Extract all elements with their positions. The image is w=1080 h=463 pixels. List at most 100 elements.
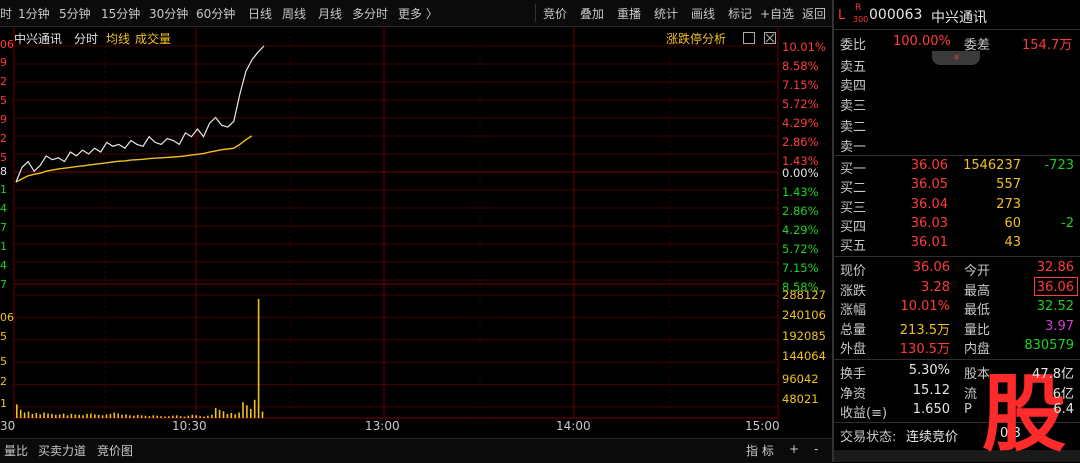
toolbar-item-overlay[interactable]: 叠加 bbox=[580, 5, 604, 22]
volume-bar bbox=[175, 415, 178, 418]
toolbar-item-draw[interactable]: 画线 bbox=[691, 5, 715, 22]
toolbar-item-monthly[interactable]: 月线 bbox=[318, 5, 342, 22]
volume-bar bbox=[168, 416, 170, 418]
divider bbox=[834, 29, 1080, 30]
legend-volume: 成交量 bbox=[135, 32, 172, 46]
volume-bar bbox=[195, 415, 197, 418]
bid-price: 36.04 bbox=[910, 196, 948, 212]
y-left-label: 4 bbox=[0, 202, 7, 215]
zoom-in-button[interactable]: + bbox=[789, 442, 799, 456]
close-icon[interactable] bbox=[764, 32, 776, 44]
volume-bar bbox=[238, 412, 240, 418]
indicator-tab-volume-ratio[interactable]: 量比 bbox=[4, 442, 28, 459]
bid-volume: 1546237 bbox=[963, 158, 1021, 173]
volume-bar bbox=[253, 399, 256, 418]
volume-bar bbox=[218, 409, 221, 418]
toolbar-item-daily[interactable]: 日线 bbox=[248, 5, 272, 22]
bid-label: 买五 bbox=[840, 239, 867, 255]
bid-label: 买二 bbox=[840, 181, 867, 197]
y-vol-label: 288127 bbox=[782, 288, 826, 302]
toolbar-item-5min[interactable]: 5分钟 bbox=[59, 5, 91, 22]
fin-value: 15.12 bbox=[912, 382, 950, 398]
zoom-out-button[interactable]: - bbox=[814, 442, 818, 456]
volume-bar bbox=[183, 416, 186, 418]
limit-analysis-link[interactable]: 涨跌停分析 bbox=[666, 30, 726, 47]
stat-label: 现价 bbox=[840, 264, 867, 279]
indicator-tab-buy-sell-force[interactable]: 买卖力道 bbox=[38, 442, 86, 459]
toolbar-item-fenshi[interactable]: 时 bbox=[0, 5, 12, 22]
toolbar-item-stats[interactable]: 统计 bbox=[654, 5, 678, 22]
toolbar-item-mark[interactable]: 标记 bbox=[728, 5, 752, 22]
y-left-label: 9 bbox=[0, 113, 7, 126]
stat-label: 涨幅 bbox=[840, 303, 867, 318]
toolbar-item-1min[interactable]: 1分钟 bbox=[18, 5, 50, 22]
toolbar-item-60min[interactable]: 60分钟 bbox=[196, 5, 235, 22]
stat-label: 量比 bbox=[964, 322, 991, 338]
y-vol-label: 240106 bbox=[782, 308, 826, 322]
volume-bars bbox=[16, 298, 264, 418]
toolbar-item-back[interactable]: 返回 bbox=[802, 5, 826, 22]
stat-value: 36.06 bbox=[1036, 279, 1074, 295]
index-tag-bottom: 300 bbox=[853, 15, 869, 24]
toolbar-item-weekly[interactable]: 周线 bbox=[282, 5, 306, 22]
toolbar-item-more[interactable]: 更多 〉 bbox=[398, 5, 438, 22]
x-time-label: 15:00 bbox=[745, 419, 780, 433]
fin-label: 流 bbox=[964, 386, 978, 402]
volume-bar bbox=[133, 415, 135, 418]
bid-price: 36.01 bbox=[910, 235, 948, 251]
volume-bar bbox=[144, 415, 147, 418]
fin-label: 股本 bbox=[964, 367, 991, 382]
volume-bar bbox=[214, 408, 217, 418]
volume-bar bbox=[261, 411, 264, 418]
bid-price: 36.05 bbox=[910, 177, 948, 193]
volume-bar bbox=[97, 414, 100, 418]
expand-icon[interactable] bbox=[743, 32, 755, 44]
stat-label: 今开 bbox=[964, 264, 991, 279]
volume-bar bbox=[136, 414, 139, 418]
volume-bar bbox=[246, 405, 248, 418]
period-toolbar: 时 1分钟 5分钟 15分钟 30分钟 60分钟 日线 周线 月线 多分时 更多… bbox=[0, 0, 832, 27]
toolbar-item-replay[interactable]: 重播 bbox=[617, 5, 641, 22]
sell5-label: 卖五 bbox=[840, 60, 867, 75]
y-left-label: 1 bbox=[0, 183, 7, 196]
toolbar-item-15min[interactable]: 15分钟 bbox=[101, 5, 140, 22]
sell4-label: 卖四 bbox=[840, 79, 867, 94]
volume-bar bbox=[35, 413, 38, 418]
volume-bar bbox=[51, 413, 53, 418]
x-time-label: 30 bbox=[0, 419, 16, 433]
y-vol-label: 192085 bbox=[782, 329, 826, 343]
indicator-button[interactable]: 指 标 bbox=[746, 442, 774, 459]
volume-bar bbox=[164, 416, 166, 418]
weibi-value: 100.00% bbox=[893, 34, 951, 49]
tab-fenshi[interactable]: 分时 bbox=[74, 30, 98, 47]
volume-bar bbox=[250, 408, 252, 418]
x-time-label: 10:30 bbox=[172, 419, 207, 433]
volume-bar bbox=[78, 414, 80, 418]
volume-bar bbox=[19, 409, 22, 418]
volume-bar bbox=[43, 412, 45, 418]
fin-label: 换手 bbox=[840, 367, 867, 382]
toolbar-item-auction[interactable]: 竞价 bbox=[543, 5, 567, 22]
intraday-chart[interactable] bbox=[0, 26, 832, 438]
stat-label: 内盘 bbox=[964, 342, 991, 357]
toolbar-item-multi-fenshi[interactable]: 多分时 bbox=[352, 5, 388, 22]
y-left-label: 1 bbox=[0, 240, 7, 253]
y-pct-label: 7.15% bbox=[782, 78, 819, 92]
volume-bar bbox=[82, 415, 84, 418]
bid-change: -723 bbox=[1044, 158, 1074, 173]
y-pct-label: 10.01% bbox=[782, 40, 826, 54]
volume-bar bbox=[27, 411, 30, 418]
volume-bar bbox=[125, 414, 127, 418]
volume-bar bbox=[211, 414, 213, 418]
y-left-label: 2 bbox=[0, 75, 7, 88]
toolbar-item-30min[interactable]: 30分钟 bbox=[149, 5, 188, 22]
y-pct-label: 4.29% bbox=[782, 116, 819, 130]
fin-label: 净资 bbox=[840, 386, 867, 402]
stat-value: 36.06 bbox=[912, 260, 950, 275]
toolbar-item-add-watch[interactable]: +自选 bbox=[760, 5, 794, 22]
volume-bar bbox=[226, 413, 229, 418]
bid-label: 买三 bbox=[840, 200, 867, 216]
volume-bar bbox=[203, 416, 205, 418]
indicator-tab-auction-chart[interactable]: 竞价图 bbox=[97, 442, 133, 459]
collapse-button[interactable]: » bbox=[932, 51, 980, 65]
